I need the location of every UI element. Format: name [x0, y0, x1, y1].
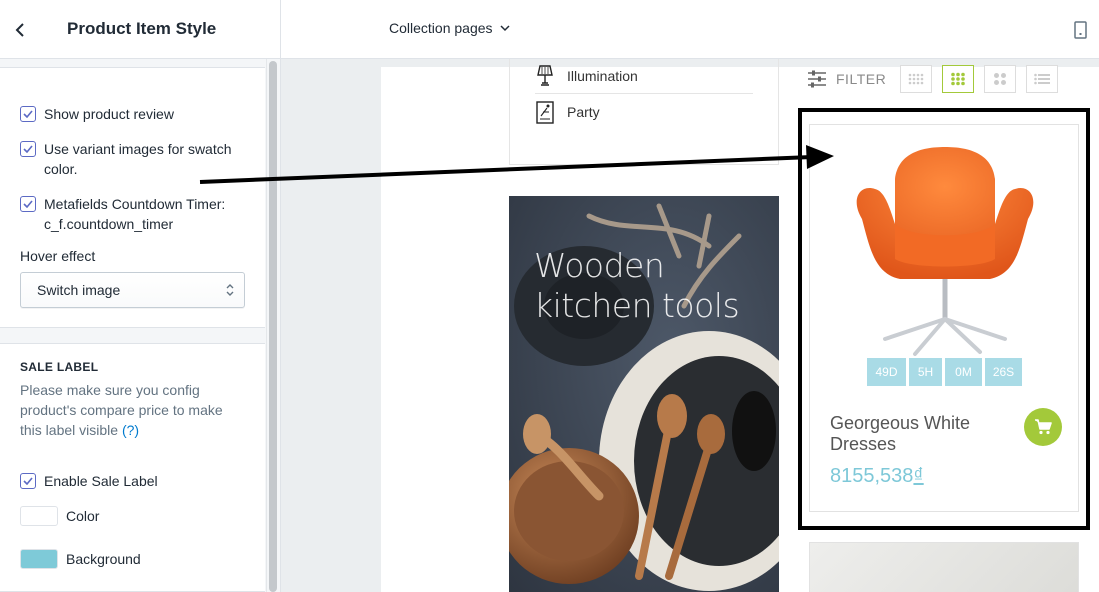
chevron-left-icon — [15, 23, 24, 37]
checkbox[interactable] — [20, 106, 36, 122]
category-label: Illumination — [567, 68, 638, 84]
checkmark-icon — [23, 145, 33, 153]
grid-2-icon — [994, 73, 1007, 85]
party-note-icon — [535, 101, 555, 124]
price-amount: 8155,538 — [830, 465, 914, 487]
checkmark-icon — [23, 477, 33, 485]
hover-effect-value: Switch image — [37, 282, 121, 298]
cart-icon — [1035, 419, 1052, 435]
checkbox[interactable] — [20, 141, 36, 157]
product-name[interactable]: Georgeous White Dresses — [830, 413, 1010, 455]
collection-toolbar: FILTER — [807, 62, 1059, 96]
panel-title: Product Item Style — [67, 19, 217, 38]
option-label: Show product review — [44, 106, 174, 122]
category-label: Party — [567, 104, 600, 120]
promo-banner[interactable]: Wooden kitchen tools — [509, 196, 779, 592]
checkbox[interactable] — [20, 473, 36, 489]
banner-line-1: Wooden — [534, 246, 665, 285]
chevron-down-icon — [499, 24, 510, 31]
countdown-hours: 5H — [909, 358, 942, 386]
preview-topbar: Collection pages — [281, 0, 1099, 59]
color-swatch[interactable] — [20, 506, 58, 526]
hover-effect-label: Hover effect — [20, 248, 96, 264]
option-enable-sale-label[interactable]: Enable Sale Label — [20, 471, 254, 491]
next-product-card[interactable] — [809, 542, 1079, 592]
checkmark-icon — [23, 200, 33, 208]
mobile-device-icon[interactable] — [1071, 20, 1091, 40]
option-label: Enable Sale Label — [44, 473, 158, 489]
sliders-icon — [808, 70, 826, 88]
help-link[interactable]: (?) — [122, 422, 139, 438]
background-label: Background — [66, 551, 141, 567]
sale-label-help: Please make sure you config product's co… — [20, 380, 245, 440]
grid-4-icon — [908, 73, 924, 85]
countdown-minutes: 0M — [945, 358, 982, 386]
option-label: Use variant images for swatch color. — [44, 141, 232, 177]
view-grid-3-button[interactable] — [942, 65, 975, 93]
checkmark-icon — [23, 110, 33, 118]
page-type-select[interactable]: Collection pages — [389, 20, 510, 36]
scrollbar-thumb[interactable] — [269, 61, 277, 592]
back-button[interactable] — [6, 16, 34, 44]
list-icon — [1034, 73, 1051, 85]
color-setting: Color — [20, 506, 99, 526]
filter-label: FILTER — [836, 71, 887, 87]
option-show-review[interactable]: Show product review — [20, 104, 254, 124]
add-to-cart-button[interactable] — [1024, 408, 1062, 446]
view-grid-2-button[interactable] — [984, 65, 1017, 93]
countdown-days: 49D — [867, 358, 906, 386]
color-label: Color — [66, 508, 100, 524]
view-grid-4-button[interactable] — [900, 65, 933, 93]
price-currency: ₫ — [913, 465, 924, 487]
view-list-button[interactable] — [1026, 65, 1059, 93]
filter-button[interactable]: FILTER — [807, 70, 886, 88]
banner-line-2: kitchen tools — [534, 286, 740, 325]
category-illumination[interactable]: Illumination — [535, 59, 753, 94]
banner-headline: Wooden kitchen tools — [534, 246, 740, 326]
lamp-icon — [535, 65, 555, 87]
background-setting: Background — [20, 549, 141, 569]
settings-panel: Product Item Style Show product review U… — [0, 0, 281, 592]
option-label: Metafields Countdown Timer: c_f.countdow… — [44, 196, 226, 232]
option-countdown-timer[interactable]: Metafields Countdown Timer: c_f.countdow… — [20, 194, 254, 234]
page-type-label: Collection pages — [389, 20, 493, 36]
orange-swan-chair-image[interactable] — [830, 139, 1060, 369]
hover-effect-select[interactable]: Switch image — [20, 272, 245, 308]
product-card[interactable]: 49D 5H 0M 26S Georgeous White Dresses 81… — [809, 124, 1079, 512]
countdown-seconds: 26S — [985, 358, 1022, 386]
category-party[interactable]: Party — [535, 94, 753, 130]
select-arrows-icon — [226, 284, 234, 296]
category-list: Illumination Party — [509, 59, 779, 165]
checkbox[interactable] — [20, 196, 36, 212]
panel-header: Product Item Style — [0, 0, 280, 59]
sale-label-heading: SALE LABEL — [20, 360, 99, 374]
product-price: 8155,538₫ — [830, 465, 924, 488]
countdown-timer: 49D 5H 0M 26S — [867, 358, 1025, 386]
grid-3-icon — [951, 72, 966, 86]
background-swatch[interactable] — [20, 549, 58, 569]
option-variant-swatch[interactable]: Use variant images for swatch color. — [20, 139, 254, 179]
